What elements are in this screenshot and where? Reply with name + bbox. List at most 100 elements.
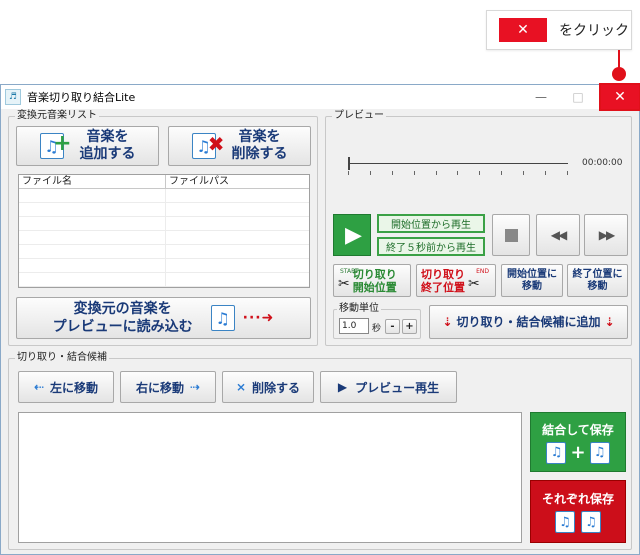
cut-start-button[interactable]: START ✂ 切り取り 開始位置 xyxy=(333,264,411,297)
list-header: ファイル名 ファイルパス xyxy=(19,175,309,189)
callout-pointer-dot xyxy=(612,67,626,81)
window-title: 音楽切り取り結合Lite xyxy=(27,91,136,104)
list-row xyxy=(19,273,309,287)
move-right-label: 右に移動 xyxy=(135,380,184,395)
delete-candidate-button[interactable]: ⨯ 削除する xyxy=(222,371,314,403)
music-note-icon: ♫ ✖ xyxy=(191,132,225,159)
move-to-start-label-1: 開始位置に xyxy=(507,268,557,280)
separate-save-label: それぞれ保存 xyxy=(541,492,614,506)
music-note-icon: ♫ xyxy=(581,511,601,533)
title-bar: ♬ 音楽切り取り結合Lite — □ ✕ xyxy=(1,83,640,111)
close-icon: ✕ xyxy=(499,18,547,42)
instruction-callout: ✕ をクリック xyxy=(486,10,632,50)
load-to-preview-button[interactable]: 変換元の音楽を プレビューに読み込む ♫ ···➜ xyxy=(16,297,311,339)
seek-tick xyxy=(501,171,503,175)
seek-tick xyxy=(391,171,393,175)
rewind-button[interactable]: ◀◀ xyxy=(536,214,580,256)
seek-tick xyxy=(523,171,525,175)
move-to-start-button[interactable]: 開始位置に 移動 xyxy=(501,264,563,297)
move-unit-suffix: 秒 xyxy=(372,324,382,334)
list-row xyxy=(19,259,309,273)
move-left-button[interactable]: ⇠ 左に移動 xyxy=(18,371,114,403)
preview-play-label: プレビュー再生 xyxy=(355,380,440,395)
add-music-label-2: 追加する xyxy=(79,146,136,162)
music-note-icon: ♫ xyxy=(555,511,575,533)
cut-end-button[interactable]: 切り取り 終了位置 END ✂ xyxy=(416,264,496,297)
list-row xyxy=(19,231,309,245)
stop-icon xyxy=(504,228,518,242)
rewind-icon: ◀◀ xyxy=(550,228,568,242)
cut-start-label-2: 開始位置 xyxy=(352,280,397,294)
source-list-group: 変換元音楽リスト ♫ + 音楽を 追加する ♫ ✖ 音楽を 削除する ファイル名… xyxy=(8,110,318,346)
separate-save-button[interactable]: それぞれ保存 ♫ ♫ xyxy=(530,480,626,543)
move-unit-label: 移動単位 xyxy=(337,303,381,315)
add-to-candidates-button[interactable]: ⇣ 切り取り・結合候補に追加 ⇣ xyxy=(429,305,628,339)
source-file-list[interactable]: ファイル名 ファイルパス xyxy=(18,174,310,288)
music-note-icon: ♫ xyxy=(589,441,610,464)
increase-unit-button[interactable]: + xyxy=(402,319,417,334)
seek-ticks xyxy=(348,171,568,175)
plus-icon: + xyxy=(53,131,72,156)
seek-tick xyxy=(435,171,437,175)
music-note-icon: ♫ + xyxy=(39,131,72,159)
seek-tick xyxy=(413,171,415,175)
move-right-button[interactable]: 右に移動 ⇢ xyxy=(120,371,216,403)
column-header-filename[interactable]: ファイル名 xyxy=(19,175,166,188)
play-icon: ▶ xyxy=(345,222,362,248)
dotted-down-arrow-icon: ⇣ xyxy=(604,315,615,329)
fast-forward-icon: ▶▶ xyxy=(598,228,616,242)
add-music-button[interactable]: ♫ + 音楽を 追加する xyxy=(16,126,159,166)
move-unit-input[interactable]: 1.0 xyxy=(339,318,369,334)
cut-start-label-1: 切り取り xyxy=(352,267,397,281)
close-button[interactable]: ✕ xyxy=(599,83,640,111)
preview-group: プレビュー 00:00:00 ▶ 開始位置から再生 終了５秒前から再生 ◀◀ ▶… xyxy=(325,110,632,346)
seek-tick xyxy=(457,171,459,175)
maximize-button[interactable]: □ xyxy=(560,85,596,109)
decrease-unit-button[interactable]: - xyxy=(385,319,400,334)
merge-save-label: 結合して保存 xyxy=(542,422,614,437)
candidates-group: 切り取り・結合候補 ⇠ 左に移動 右に移動 ⇢ ⨯ 削除する ▶ プレビュー再生… xyxy=(8,352,632,550)
end-tag: END xyxy=(476,268,489,275)
scissors-icon: ✂ xyxy=(338,275,350,292)
list-row xyxy=(19,189,309,203)
list-row xyxy=(19,245,309,259)
list-row xyxy=(19,217,309,231)
preview-play-button[interactable]: ▶ プレビュー再生 xyxy=(320,371,457,403)
preview-group-label: プレビュー xyxy=(332,110,386,122)
seek-tick xyxy=(545,171,547,175)
seek-bar[interactable] xyxy=(348,157,568,171)
plus-icon: + xyxy=(570,442,586,463)
dotted-left-arrow-icon: ⇠ xyxy=(33,380,45,394)
list-row xyxy=(19,203,309,217)
add-to-candidates-label: 切り取り・結合候補に追加 xyxy=(456,315,601,329)
candidates-group-label: 切り取り・結合候補 xyxy=(15,352,109,364)
play-last-5s-button[interactable]: 終了５秒前から再生 xyxy=(377,237,485,256)
move-to-end-button[interactable]: 終了位置に 移動 xyxy=(567,264,628,297)
play-button[interactable]: ▶ xyxy=(333,214,371,256)
fast-forward-button[interactable]: ▶▶ xyxy=(584,214,628,256)
move-left-label: 左に移動 xyxy=(50,380,99,395)
delete-music-button[interactable]: ♫ ✖ 音楽を 削除する xyxy=(168,126,311,166)
stop-button[interactable] xyxy=(492,214,530,256)
delete-x-icon: ✖ xyxy=(207,132,225,156)
candidates-list[interactable] xyxy=(18,412,522,543)
dotted-right-arrow-icon: ⇢ xyxy=(189,380,201,394)
source-list-group-label: 変換元音楽リスト xyxy=(15,110,99,122)
merge-save-button[interactable]: 結合して保存 ♫ + ♫ xyxy=(530,412,626,472)
seek-tick xyxy=(369,171,371,175)
delete-music-label-1: 音楽を xyxy=(238,129,281,145)
add-music-label-1: 音楽を xyxy=(86,129,129,145)
start-tag: START xyxy=(340,268,359,275)
play-from-start-button[interactable]: 開始位置から再生 xyxy=(377,214,485,233)
load-label-1: 変換元の音楽を xyxy=(73,301,172,317)
minimize-button[interactable]: — xyxy=(523,85,559,109)
delete-candidate-label: 削除する xyxy=(252,380,301,395)
music-note-icon: ♫ xyxy=(546,441,567,464)
dotted-arrow-icon: ···➜ xyxy=(242,310,275,326)
seek-track xyxy=(348,163,568,164)
seek-tick xyxy=(348,171,349,175)
move-to-start-label-2: 移動 xyxy=(522,280,542,292)
load-label-2: プレビューに読み込む xyxy=(52,319,193,335)
music-note-icon: ♫ xyxy=(210,305,235,331)
column-header-filepath[interactable]: ファイルパス xyxy=(166,175,309,188)
